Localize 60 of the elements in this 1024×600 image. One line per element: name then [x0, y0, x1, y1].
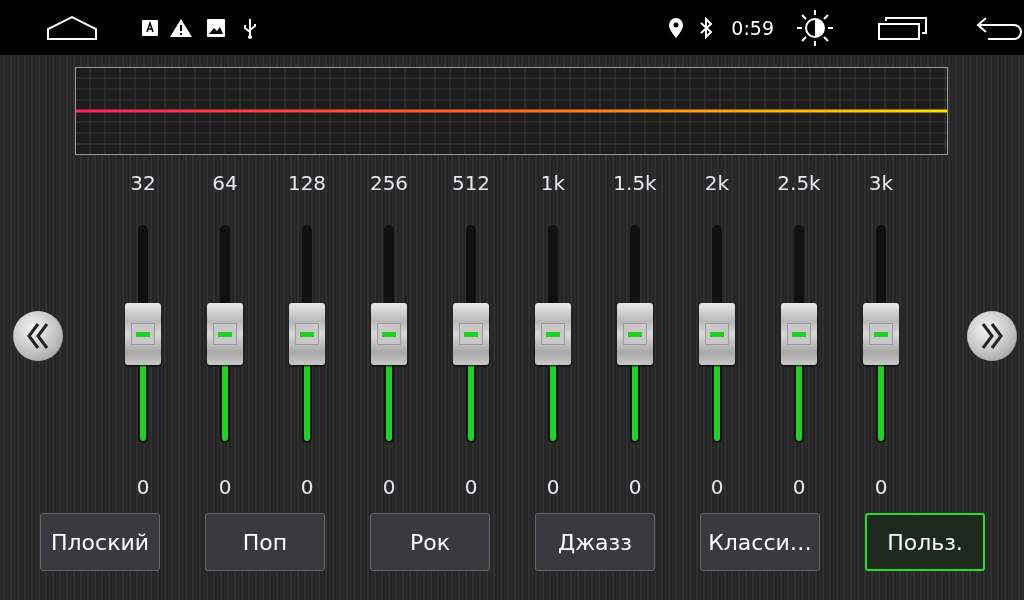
slider[interactable]	[780, 225, 818, 443]
slider-handle[interactable]	[125, 303, 161, 365]
home-icon[interactable]	[46, 14, 98, 41]
image-icon[interactable]	[207, 18, 225, 37]
preset-button[interactable]: Рок	[370, 513, 490, 571]
gain-value: 0	[874, 475, 888, 499]
double-chevron-right-icon	[981, 323, 1003, 349]
slider-handle[interactable]	[863, 303, 899, 365]
recent-apps-icon[interactable]	[878, 14, 928, 41]
preset-button[interactable]: Плоский	[40, 513, 160, 571]
frequency-label: 256	[369, 171, 409, 195]
slider-handle[interactable]	[535, 303, 571, 365]
bluetooth-icon[interactable]	[699, 16, 714, 39]
location-icon[interactable]	[669, 17, 684, 38]
frequency-label: 32	[130, 171, 156, 195]
warning-icon[interactable]	[170, 18, 192, 37]
frequency-label: 512	[451, 171, 491, 195]
slider[interactable]	[862, 225, 900, 443]
slider[interactable]	[698, 225, 736, 443]
slider-handle[interactable]	[699, 303, 735, 365]
slider-handle[interactable]	[453, 303, 489, 365]
slider-handle[interactable]	[781, 303, 817, 365]
slider-handle[interactable]	[617, 303, 653, 365]
gain-value: 0	[792, 475, 806, 499]
clock-time: 0:59	[731, 16, 774, 39]
preset-button[interactable]: Джазз	[535, 513, 655, 571]
gain-value: 0	[382, 475, 396, 499]
usb-icon[interactable]	[242, 16, 258, 39]
frequency-label: 1.5k	[613, 171, 657, 195]
slider[interactable]	[124, 225, 162, 443]
gain-value: 0	[546, 475, 560, 499]
slider[interactable]	[534, 225, 572, 443]
gain-value: 0	[136, 475, 150, 499]
preset-button[interactable]: Поп	[205, 513, 325, 571]
frequency-label: 64	[212, 171, 238, 195]
frequency-label: 2k	[704, 171, 730, 195]
brightness-icon[interactable]	[796, 8, 834, 47]
preset-button[interactable]: Польз.	[865, 513, 985, 571]
previous-button[interactable]	[13, 311, 63, 361]
slider-handle[interactable]	[371, 303, 407, 365]
slider[interactable]	[616, 225, 654, 443]
gain-value: 0	[464, 475, 478, 499]
back-icon[interactable]	[976, 14, 1024, 41]
gain-value: 0	[218, 475, 232, 499]
slider-handle[interactable]	[207, 303, 243, 365]
slider[interactable]	[206, 225, 244, 443]
next-button[interactable]	[967, 311, 1017, 361]
frequency-label: 2.5k	[777, 171, 821, 195]
slider[interactable]	[370, 225, 408, 443]
slider[interactable]	[452, 225, 490, 443]
double-chevron-left-icon	[27, 323, 49, 349]
slider[interactable]	[288, 225, 326, 443]
slider-handle[interactable]	[289, 303, 325, 365]
frequency-label: 128	[287, 171, 327, 195]
gain-value: 0	[300, 475, 314, 499]
gain-value: 0	[628, 475, 642, 499]
frequency-label: 1k	[540, 171, 566, 195]
frequency-label: 3k	[868, 171, 894, 195]
gain-value: 0	[710, 475, 724, 499]
preset-button[interactable]: Класси…	[700, 513, 820, 571]
